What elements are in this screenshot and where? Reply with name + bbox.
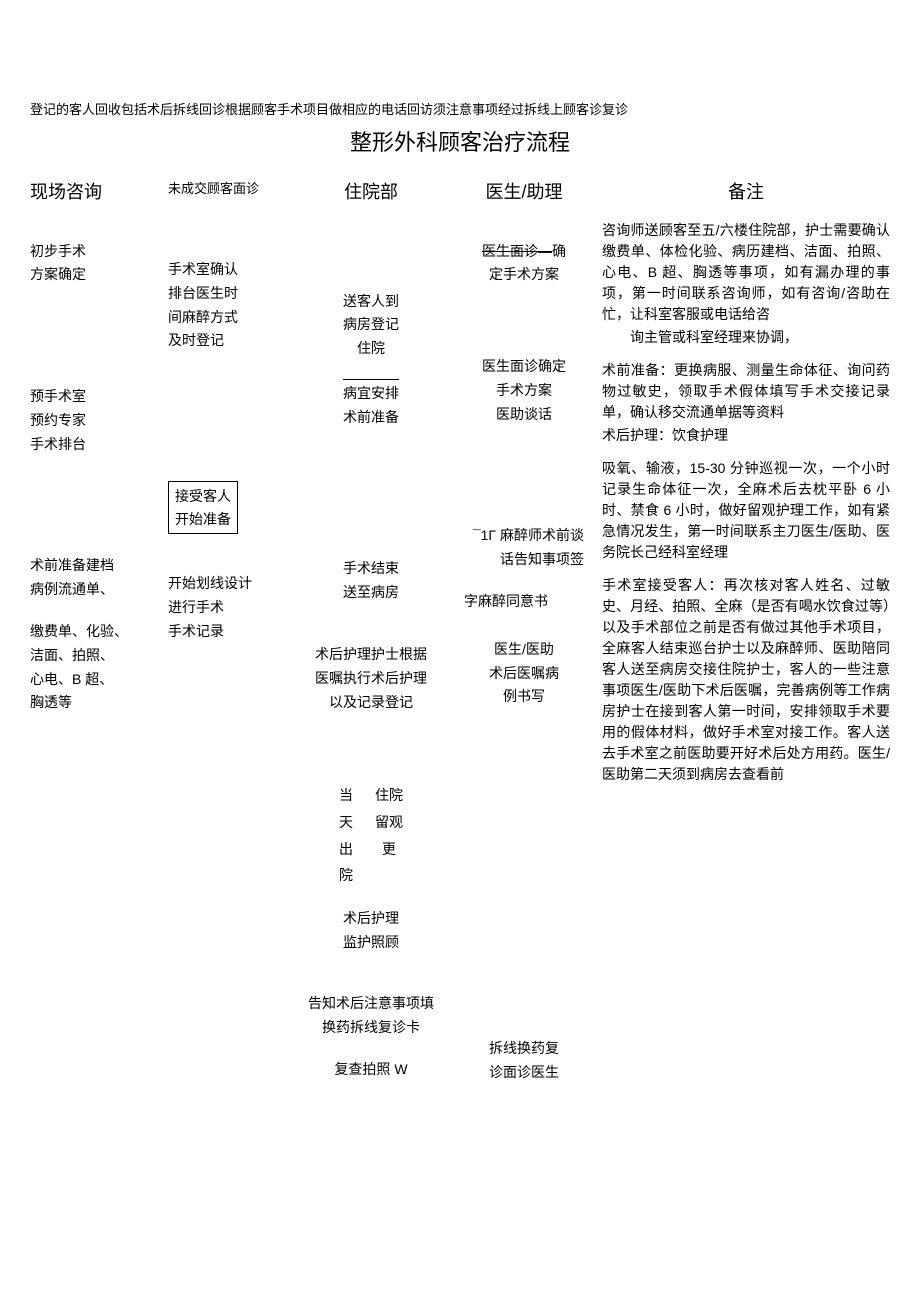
columns-container: 现场咨询 初步手术方案确定 预手术室预约专家手术排台 术前准备建档病例流通单、 … bbox=[30, 179, 890, 1103]
c4-b3b: 麻醉师术前谈话告知事项签 bbox=[500, 527, 584, 567]
n1-p0: 咨询师送顾客至五/六楼住院部，护士需要确认缴费单、体检化验、病历建档、洁面、拍照… bbox=[602, 220, 890, 325]
c1-b4: 缴费单、化验、洁面、拍照、心电、B 超、胸透等 bbox=[30, 620, 150, 715]
c4-b6: 拆线换药复诊面诊医生 bbox=[464, 1037, 584, 1085]
note-2: 术前准备：更换病服、测量生命体征、询问药物过敏史，领取手术假体填写手术交接记录单… bbox=[602, 360, 890, 448]
c4-b1: 医生面诊—确定手术方案 bbox=[464, 240, 584, 288]
top-line: 登记的客人回收包括术后拆线回诊根据顾客手术项目做相应的电话回访须注意事项经过拆线… bbox=[30, 100, 890, 120]
col5-head: 备注 bbox=[602, 179, 890, 206]
c3-b1: 送客人到病房登记住院 bbox=[296, 290, 446, 361]
n3-p0: 吸氧、输液，15-30 分钟巡视一次，一个小时记录生命体征一次，全麻术后去枕平卧… bbox=[602, 458, 890, 563]
c3-grid-r: 住院留观更 bbox=[375, 782, 403, 888]
c4-b5: 医生/医助术后医嘱病例书写 bbox=[464, 638, 584, 709]
col4-head: 医生/助理 bbox=[464, 179, 584, 206]
c3-b4: 术后护理护士根据医嘱执行术后护理以及记录登记 bbox=[296, 643, 446, 714]
c2-b2-wrap: 接受客人开始准备 bbox=[168, 481, 278, 534]
c3-grid: 当天出院 住院留观更 bbox=[296, 782, 446, 888]
note-4: 手术室接受客人：再次核对客人姓名、过敏史、月经、拍照、全麻（是否有喝水饮食过等）… bbox=[602, 575, 890, 787]
c1-b2: 预手术室预约专家手术排台 bbox=[30, 385, 150, 456]
c4-b3: ¯1Γ 麻醉师术前谈话告知事项签 bbox=[464, 524, 584, 572]
c3-b6: 告知术后注意事项填换药拆线复诊卡 bbox=[296, 992, 446, 1040]
c4-b4: 字麻醉同意书 bbox=[464, 590, 584, 614]
col-sub: 未成交顾客面诊 手术室确认排台医生时间麻醉方式及时登记 接受客人开始准备 开始划… bbox=[168, 179, 278, 662]
c3-b2-wrap: 病宜安排术前准备 bbox=[296, 379, 446, 430]
col-consult: 现场咨询 初步手术方案确定 预手术室预约专家手术排台 术前准备建档病例流通单、 … bbox=[30, 179, 150, 734]
c1-b1: 初步手术方案确定 bbox=[30, 240, 150, 288]
page-title: 整形外科顾客治疗流程 bbox=[30, 126, 890, 159]
n4-p0: 手术室接受客人：再次核对客人姓名、过敏史、月经、拍照、全麻（是否有喝水饮食过等）… bbox=[602, 575, 890, 785]
col1-head: 现场咨询 bbox=[30, 179, 150, 206]
col-inpatient: 住院部 送客人到病房登记住院 病宜安排术前准备 手术结束送至病房 术后护理护士根… bbox=[296, 179, 446, 1100]
c2-b1: 手术室确认排台医生时间麻醉方式及时登记 bbox=[168, 258, 278, 353]
c4-b3a: ¯1Γ bbox=[473, 527, 496, 543]
c3-b7: 复查拍照 W bbox=[296, 1058, 446, 1082]
note-3: 吸氧、输液，15-30 分钟巡视一次，一个小时记录生命体征一次，全麻术后去枕平卧… bbox=[602, 458, 890, 565]
n2-p1: 术后护理：饮食护理 bbox=[602, 425, 890, 446]
c2-small: 未成交顾客面诊 bbox=[168, 179, 278, 199]
col-doctor: 医生/助理 医生面诊—确定手术方案 医生面诊确定手术方案医助谈话 ¯1Γ 麻醉师… bbox=[464, 179, 584, 1103]
c3-b5: 术后护理监护照顾 bbox=[296, 907, 446, 955]
c2-b3: 开始划线设计进行手术手术记录 bbox=[168, 572, 278, 643]
note-1: 咨询师送顾客至五/六楼住院部，护士需要确认缴费单、体检化验、病历建档、洁面、拍照… bbox=[602, 220, 890, 350]
c1-b3: 术前准备建档病例流通单、 bbox=[30, 554, 150, 602]
c2-b2: 接受客人开始准备 bbox=[168, 481, 238, 534]
c4-b1-strike: 医生面诊— bbox=[482, 243, 552, 259]
col-notes: 备注 咨询师送顾客至五/六楼住院部，护士需要确认缴费单、体检化验、病历建档、洁面… bbox=[602, 179, 890, 797]
n1-p1: 询主管或科室经理来协调， bbox=[602, 327, 890, 348]
c3-b3: 手术结束送至病房 bbox=[296, 557, 446, 605]
c4-b2: 医生面诊确定手术方案医助谈话 bbox=[464, 355, 584, 426]
col3-head: 住院部 bbox=[296, 179, 446, 206]
c3-b2: 病宜安排术前准备 bbox=[343, 379, 399, 430]
n2-p0: 术前准备：更换病服、测量生命体征、询问药物过敏史，领取手术假体填写手术交接记录单… bbox=[602, 360, 890, 423]
c3-grid-l: 当天出院 bbox=[339, 782, 353, 888]
